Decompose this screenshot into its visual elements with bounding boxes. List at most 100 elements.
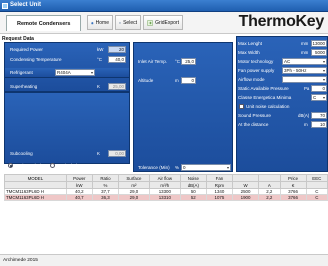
- cell-fan-rpm: 1075: [205, 194, 234, 201]
- required-power-input[interactable]: 20: [108, 46, 126, 53]
- max-width-label: Max Width: [238, 50, 260, 55]
- condensing-temp-label: Condensing Temperature: [10, 57, 62, 62]
- col-power[interactable]: Power: [65, 174, 93, 182]
- static-pressure-input[interactable]: 0: [311, 85, 327, 92]
- fan-power-label: Fan power supply: [238, 68, 275, 73]
- sub-fan-w: W: [231, 181, 260, 189]
- cell-airflow: 13310: [148, 194, 181, 201]
- required-power-label: Required Power: [10, 47, 43, 52]
- table-header-row: MODEL Power Ratio Surface Air flow Noise…: [4, 174, 328, 182]
- sub-ratio: %: [91, 181, 120, 189]
- horizontal-flow-label: Horizontal Flow: [15, 163, 47, 168]
- col-ratio[interactable]: Ratio: [91, 174, 120, 182]
- col-fan-w[interactable]: [231, 174, 260, 182]
- unit-noise-checkbox[interactable]: [239, 104, 244, 109]
- max-width-input[interactable]: 5000: [311, 49, 327, 56]
- unit-noise-label: Unit noise calculation: [246, 104, 290, 109]
- airflow-mode-dropdown[interactable]: [282, 76, 327, 83]
- at-distance-unit: m: [304, 122, 308, 127]
- superheating-unit: K: [97, 84, 100, 89]
- condensing-temp-input[interactable]: 40,0: [108, 56, 126, 63]
- condensing-temp-unit: °C: [97, 57, 102, 62]
- motor-tech-dropdown[interactable]: AC: [282, 58, 327, 65]
- col-fan-a[interactable]: [258, 174, 281, 182]
- sub-fan-rpm: Rpm: [205, 181, 234, 189]
- select-button[interactable]: Select: [115, 15, 141, 30]
- status-text: Archimede 2015: [3, 258, 38, 263]
- motor-tech-label: Motor technology: [238, 59, 274, 64]
- tolerance-label: Tolerance (Min): [138, 165, 170, 170]
- subcooling-input[interactable]: 0,00: [108, 150, 126, 157]
- title-bar: Select Unit: [0, 0, 328, 12]
- sub-surface: m²: [118, 181, 150, 189]
- col-model[interactable]: MODEL: [4, 174, 67, 182]
- sub-noise: dB(A): [179, 181, 207, 189]
- cell-noise: 52: [179, 194, 207, 201]
- col-surface[interactable]: Surface: [118, 174, 150, 182]
- sound-pressure-input[interactable]: 70: [311, 112, 327, 119]
- at-distance-label: At the distance: [238, 122, 269, 127]
- home-button[interactable]: Home: [87, 15, 113, 30]
- grid-export-button[interactable]: GridExport: [143, 15, 183, 30]
- sub-fan-a: A: [258, 181, 281, 189]
- status-bar: Archimede 2015: [0, 254, 328, 266]
- tab-remote-condensers[interactable]: Remote Condensers: [6, 15, 81, 31]
- col-price[interactable]: Price: [279, 174, 307, 182]
- cell-surface: 29,0: [118, 194, 150, 201]
- altitude-label: Altitude: [138, 78, 154, 83]
- table-subheader-row: kW % m² m³/h dB(A) Rpm W A €: [4, 181, 328, 189]
- vertical-flow-radio[interactable]: [50, 163, 55, 168]
- brand-logo: ThermoKey: [238, 13, 325, 30]
- subcooling-label: Subcooling: [10, 151, 33, 156]
- classe-label: Classe Energetica Minima: [238, 95, 292, 100]
- superheating-input[interactable]: 25,00: [108, 83, 126, 90]
- altitude-unit: m: [175, 78, 179, 83]
- cell-fan-a: 2,2: [258, 194, 281, 201]
- app-icon: [2, 3, 8, 9]
- static-pressure-unit: Pa: [304, 86, 310, 91]
- home-icon: [91, 21, 94, 24]
- altitude-input[interactable]: 0: [181, 77, 196, 84]
- sub-eec: [305, 181, 328, 189]
- tab-label: Remote Condensers: [17, 21, 71, 27]
- inlet-air-temp-input[interactable]: 25,0: [181, 58, 196, 65]
- col-fan[interactable]: Fan: [205, 174, 234, 182]
- cell-eec: C: [305, 194, 328, 201]
- col-noise[interactable]: Noise: [179, 174, 207, 182]
- at-distance-input[interactable]: 10: [311, 121, 327, 128]
- sub-power: kW: [65, 181, 93, 189]
- horizontal-flow-radio[interactable]: [8, 163, 13, 168]
- refrigerant-dropdown[interactable]: R404A: [55, 69, 95, 76]
- cell-power: 40,7: [65, 194, 93, 201]
- airflow-mode-label: Airflow mode: [238, 77, 265, 82]
- superheating-label: Superheating: [10, 84, 38, 89]
- cell-model: TMCM1163PL6D H: [4, 194, 67, 201]
- sub-price: €: [279, 181, 307, 189]
- cell-price: 3766: [279, 194, 307, 201]
- max-length-input[interactable]: 13000: [311, 40, 327, 47]
- window-title: Select Unit: [10, 2, 42, 8]
- max-length-unit: mm: [301, 41, 309, 46]
- refrigerant-label: Refrigerant: [10, 70, 33, 75]
- select-icon: [119, 21, 121, 24]
- col-airflow[interactable]: Air flow: [148, 174, 181, 182]
- classe-dropdown[interactable]: C: [311, 94, 327, 101]
- sub-model: [4, 181, 67, 189]
- results-table: MODEL Power Ratio Surface Air flow Noise…: [4, 174, 328, 201]
- fan-power-dropdown[interactable]: 3Ph - 50Hz: [282, 67, 327, 74]
- inlet-air-temp-unit: °C: [175, 59, 180, 64]
- max-length-label: Max Lenght: [238, 41, 263, 46]
- export-icon: [147, 19, 153, 26]
- max-width-unit: mm: [301, 50, 309, 55]
- col-eec[interactable]: EEC: [305, 174, 328, 182]
- subcooling-unit: K: [97, 151, 100, 156]
- cell-ratio: 36,3: [91, 194, 120, 201]
- required-power-unit: kW: [97, 47, 104, 52]
- static-pressure-label: Static Available Pressure: [238, 86, 289, 91]
- vertical-flow-label: Vertical Flow: [57, 163, 84, 168]
- tolerance-dropdown[interactable]: 0: [181, 164, 231, 171]
- sound-pressure-unit: dB(A): [298, 113, 310, 118]
- sound-pressure-label: Sound Pressure: [238, 113, 271, 118]
- table-row-selected[interactable]: TMCM1163PL6D H 40,7 36,3 29,0 13310 52 1…: [4, 194, 328, 201]
- cell-fan-w: 1900: [231, 194, 260, 201]
